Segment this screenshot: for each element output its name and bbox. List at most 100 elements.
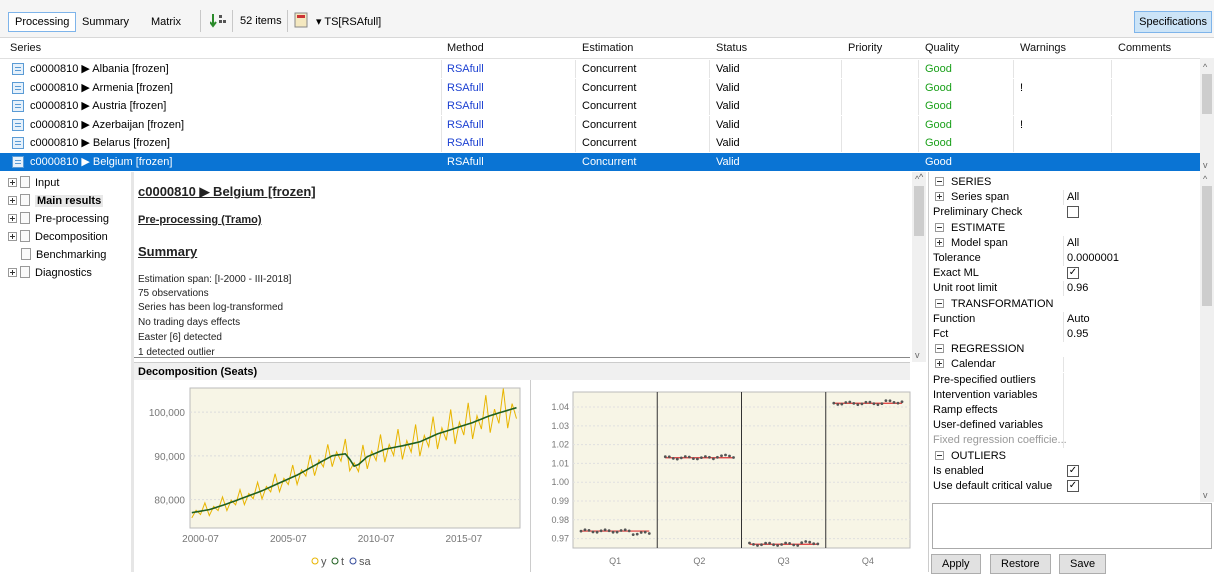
cell-quality: Good (925, 63, 952, 75)
expand-icon[interactable] (935, 359, 944, 369)
table-row[interactable]: c0000810 ▶ Albania [frozen] RSAfull Concur… (0, 60, 1200, 78)
spec-row-calendar[interactable]: Calendar (929, 357, 1199, 373)
spec-row-unit-root-limit[interactable]: Unit root limit 0.96 (929, 281, 1199, 297)
calculator-icon[interactable] (294, 12, 308, 28)
collapse-icon[interactable] (935, 344, 944, 354)
spec-row-function[interactable]: Function Auto (929, 311, 1199, 327)
spec-value[interactable]: 0.0000001 (1067, 251, 1119, 266)
data-point (776, 544, 779, 547)
spec-checkbox[interactable] (1067, 206, 1079, 219)
apply-button[interactable]: Apply (931, 554, 981, 574)
spec-row-outliers[interactable]: OUTLIERS (929, 449, 1199, 464)
save-button[interactable]: Save (1059, 554, 1107, 574)
spec-checkbox[interactable]: ✓ (1067, 464, 1079, 477)
series-title-link[interactable]: c0000810 ▶ Belgium [frozen] (138, 184, 316, 200)
spec-label: Is enabled (933, 464, 984, 477)
table-row[interactable]: c0000810 ▶ Austria [frozen] RSAfull Concur… (0, 97, 1200, 115)
tab-matrix[interactable]: Matrix (144, 12, 188, 32)
col-header-quality[interactable]: Quality (925, 38, 959, 58)
spec-value[interactable]: All (1067, 190, 1079, 205)
tree-item-diagnostics[interactable]: Diagnostics (8, 264, 92, 280)
spec-row-use-default-critical-value[interactable]: Use default critical value ✓ (929, 479, 1199, 494)
results-table: Series Method Estimation Status Priority… (0, 38, 1214, 172)
spec-row-model-span[interactable]: Model span All (929, 235, 1199, 251)
spec-row-transformation[interactable]: TRANSFORMATION (929, 297, 1199, 312)
data-point (607, 529, 611, 533)
document-scrollbar[interactable]: ^ v (912, 172, 926, 362)
col-header-series[interactable]: Series (10, 38, 41, 58)
spec-row-regression[interactable]: REGRESSION (929, 342, 1199, 357)
preprocessing-link[interactable]: Pre-processing (Tramo) (138, 214, 261, 226)
spec-row-user-defined-variables[interactable]: User-defined variables (929, 418, 1199, 434)
document-icon (20, 212, 30, 224)
data-point (880, 402, 884, 405)
spec-row-tolerance[interactable]: Tolerance 0.0000001 (929, 251, 1199, 266)
spec-row-series[interactable]: SERIES (929, 175, 1199, 190)
cell-status: Valid (716, 118, 740, 131)
spec-row-estimate[interactable]: ESTIMATE (929, 221, 1199, 236)
spec-label: Intervention variables (933, 388, 1038, 401)
table-scrollbar[interactable]: ^ v (1200, 58, 1214, 172)
collapse-icon[interactable] (935, 298, 944, 308)
spec-row-preliminary-check[interactable]: Preliminary Check (929, 205, 1199, 220)
spec-label: Function (933, 312, 976, 325)
spec-label: Use default critical value (933, 480, 1053, 492)
table-row[interactable]: c0000810 ▶ Azerbaijan [frozen] RSAfull Con… (0, 115, 1200, 134)
tree-item-decomposition[interactable]: Decomposition (8, 228, 108, 244)
collapse-icon[interactable] (935, 222, 944, 232)
cell-status: Valid (716, 63, 740, 75)
tree-item-main-results[interactable]: Main results (8, 192, 104, 208)
expand-icon[interactable] (935, 237, 944, 247)
collapse-icon[interactable] (935, 450, 944, 460)
tree-item-input[interactable]: Input (8, 174, 59, 190)
spec-value[interactable]: All (1067, 236, 1079, 251)
spec-row-is-enabled[interactable]: Is enabled ✓ (929, 464, 1199, 479)
specifications-button[interactable]: Specifications (1134, 11, 1212, 33)
y-tick-label: 100,000 (149, 408, 186, 419)
col-header-comments[interactable]: Comments (1118, 38, 1171, 58)
col-header-warnings[interactable]: Warnings (1020, 38, 1066, 58)
x-tick-label: 2000-07 (182, 534, 219, 545)
spec-checkbox[interactable]: ✓ (1067, 480, 1079, 492)
spec-row-exact-ml[interactable]: Exact ML ✓ (929, 266, 1199, 281)
tree-item-benchmarking[interactable]: Benchmarking (21, 246, 106, 262)
spec-value[interactable]: Auto (1067, 312, 1090, 327)
expand-icon[interactable] (935, 192, 944, 202)
data-point (804, 540, 808, 543)
spec-row-pre-specified-outliers[interactable]: Pre-specified outliers (929, 372, 1199, 388)
spec-label: Series span (951, 191, 1010, 204)
col-header-estimation[interactable]: Estimation (582, 38, 633, 58)
data-point (728, 454, 731, 458)
data-point (784, 541, 787, 545)
col-header-method[interactable]: Method (447, 38, 484, 58)
data-point (756, 544, 759, 547)
tab-summary[interactable]: Summary (75, 12, 136, 32)
data-point (888, 399, 892, 403)
spec-value[interactable]: 0.96 (1067, 281, 1088, 296)
tree-item-pre-processing[interactable]: Pre-processing (8, 210, 109, 226)
table-row[interactable]: c0000810 ▶ Armenia [frozen] RSAfull Concur… (0, 78, 1200, 97)
spec-row-fixed-regression-coefficie[interactable]: Fixed regression coefficie... (929, 433, 1199, 449)
data-point (792, 543, 796, 547)
ts-selector[interactable]: ▾ TS[RSAfull] (316, 15, 381, 28)
spec-row-fct[interactable]: Fct 0.95 (929, 327, 1199, 342)
col-header-priority[interactable]: Priority (848, 38, 882, 58)
spec-value[interactable]: 0.95 (1067, 327, 1088, 342)
spec-row-intervention-variables[interactable]: Intervention variables (929, 387, 1199, 403)
collapse-icon[interactable] (935, 177, 944, 186)
spec-row-series-span[interactable]: Series span All (929, 190, 1199, 206)
spec-checkbox[interactable]: ✓ (1067, 267, 1079, 280)
tab-processing[interactable]: Processing (8, 12, 77, 32)
sort-icon[interactable] (210, 13, 228, 29)
table-row[interactable]: c0000810 ▶ Belgium [frozen] RSAfull Concur… (0, 152, 1200, 171)
table-row[interactable]: c0000810 ▶ Belarus [frozen] RSAfull Concur… (0, 134, 1200, 152)
col-header-status[interactable]: Status (716, 38, 747, 58)
restore-button[interactable]: Restore (990, 554, 1051, 574)
legend-y-marker (311, 557, 319, 565)
cell-estimation: Concurrent (582, 118, 637, 131)
spec-row-ramp-effects[interactable]: Ramp effects (929, 403, 1199, 418)
specs-scrollbar[interactable]: ^ v (1200, 172, 1214, 502)
cell-method: RSAfull (447, 155, 484, 168)
cell-estimation: Concurrent (582, 100, 637, 112)
decomposition-heading: Decomposition (Seats) (138, 366, 258, 378)
